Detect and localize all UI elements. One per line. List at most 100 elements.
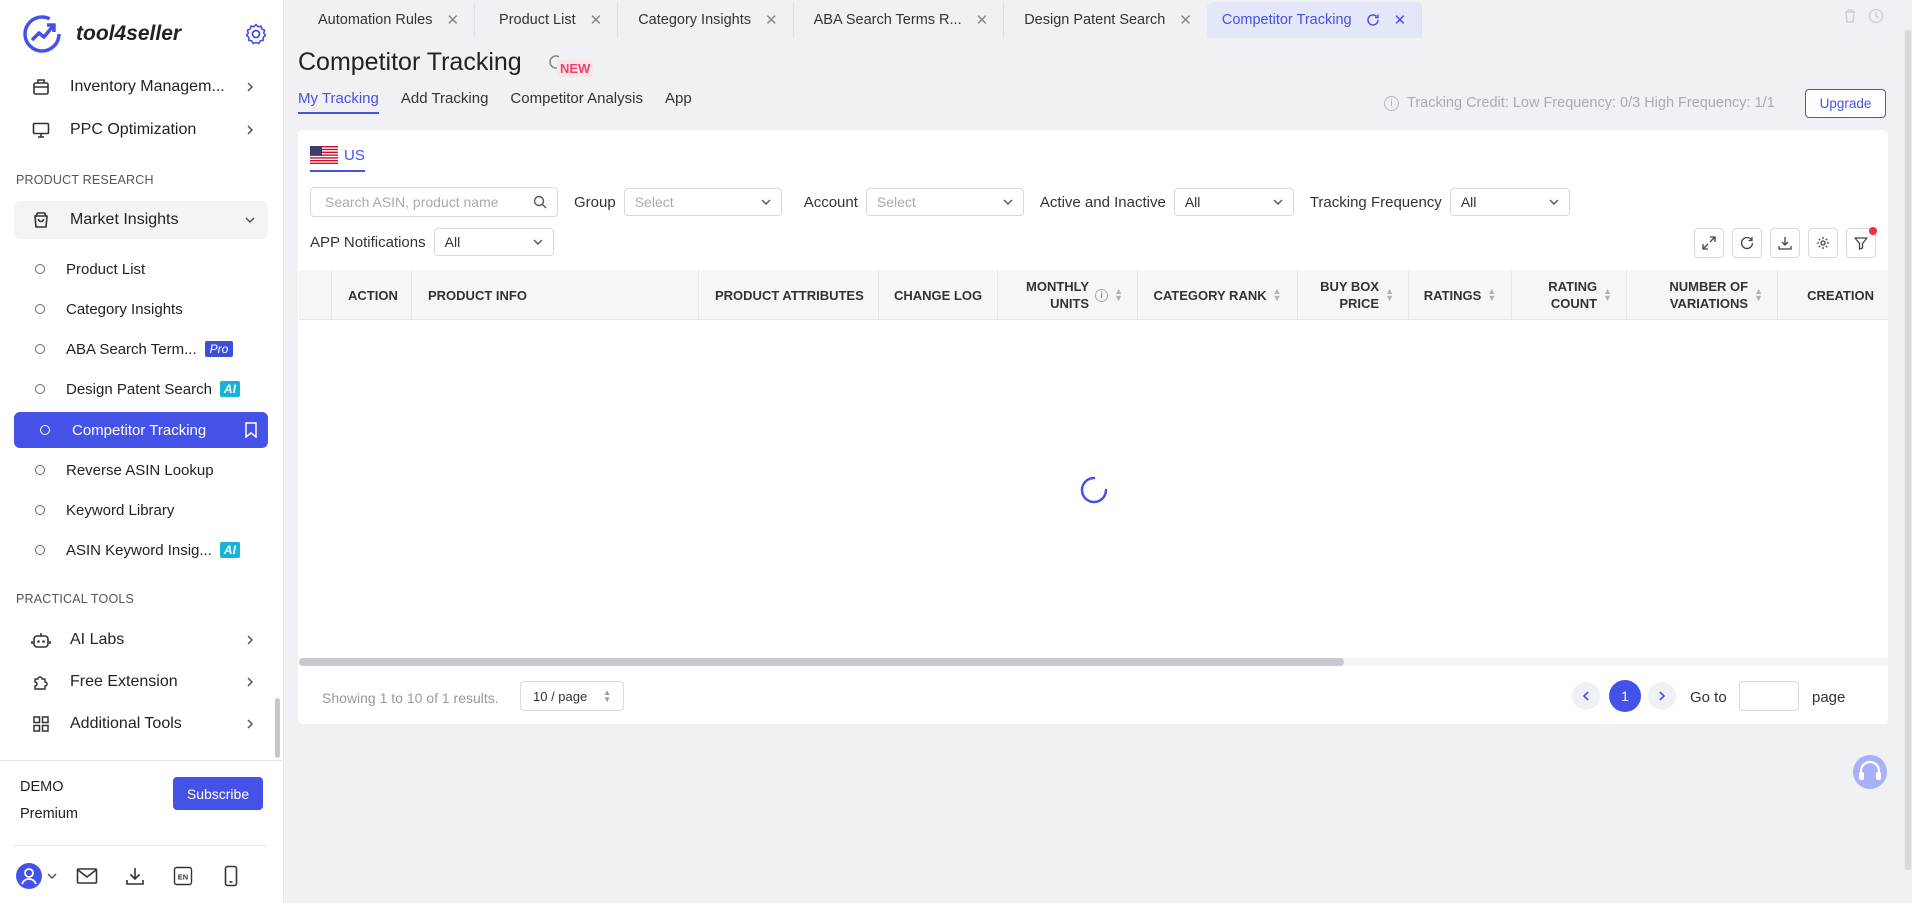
mail-icon[interactable] — [72, 861, 102, 891]
sidebar-item-reverse-asin-lookup[interactable]: Reverse ASIN Lookup — [14, 452, 268, 488]
subtab-competitor-analysis[interactable]: Competitor Analysis — [510, 90, 643, 114]
sidebar-item-design-patent-search[interactable]: Design Patent Search AI — [14, 371, 268, 407]
sort-icon[interactable]: ▲ ▼ — [1603, 287, 1612, 303]
col-rating-count[interactable]: RATING COUNT ▲ ▼ — [1512, 270, 1627, 320]
nav-market-insights[interactable]: Market Insights — [14, 201, 268, 239]
close-icon[interactable]: ✕ — [976, 11, 989, 29]
close-icon[interactable]: ✕ — [590, 11, 603, 29]
tab-design-patent-search[interactable]: Design Patent Search ✕ — [1004, 2, 1207, 38]
tab-competitor-tracking[interactable]: Competitor Tracking ✕ — [1206, 2, 1423, 38]
sidebar-item-label: Reverse ASIN Lookup — [66, 461, 214, 479]
upgrade-button[interactable]: Upgrade — [1805, 89, 1886, 118]
col-change-log: CHANGE LOG — [879, 270, 998, 320]
nav-label: PPC Optimization — [70, 121, 197, 138]
pro-badge: Pro — [204, 341, 234, 357]
scrollbar-thumb[interactable] — [1905, 30, 1911, 870]
page-scrollbar[interactable] — [1904, 30, 1912, 870]
app-notifications-label: APP Notifications — [310, 233, 426, 251]
trash-icon[interactable] — [1842, 8, 1858, 24]
search-input[interactable]: Search ASIN, product name — [310, 187, 558, 217]
brand[interactable]: tool4seller — [22, 14, 272, 54]
customer-support-icon[interactable] — [1852, 754, 1888, 790]
prev-page-button[interactable] — [1572, 682, 1600, 710]
nav-ppc-optimization[interactable]: PPC Optimization — [14, 111, 268, 149]
subtab-my-tracking[interactable]: My Tracking — [298, 90, 379, 114]
bookmark-icon[interactable] — [244, 422, 258, 438]
sidebar-item-label: ABA Search Term... — [66, 340, 197, 358]
subscribe-button[interactable]: Subscribe — [173, 777, 263, 810]
nav-inventory-management[interactable]: Inventory Managem... — [14, 68, 268, 106]
col-buy-box-price[interactable]: BUY BOX PRICE ▲ ▼ — [1298, 270, 1409, 320]
market-tab-us[interactable]: US — [310, 146, 365, 172]
refresh-icon[interactable] — [1366, 13, 1380, 27]
subtab-app[interactable]: App — [665, 90, 692, 114]
sidebar-item-aba-search-terms[interactable]: ABA Search Term... Pro — [14, 331, 268, 367]
download-icon[interactable] — [120, 861, 150, 891]
settings-icon[interactable] — [1808, 228, 1838, 258]
nav-additional-tools[interactable]: Additional Tools — [14, 705, 268, 743]
expand-icon[interactable] — [1694, 228, 1724, 258]
sidebar-scrollbar[interactable] — [275, 698, 280, 758]
circle-icon — [35, 264, 45, 274]
col-number-of-variations[interactable]: NUMBER OF VARIATIONS ▲ ▼ — [1627, 270, 1778, 320]
close-icon[interactable]: ✕ — [1394, 11, 1407, 29]
col-category-rank[interactable]: CATEGORY RANK ▲ ▼ — [1138, 270, 1298, 320]
close-icon[interactable]: ✕ — [446, 11, 459, 29]
group-value: Select — [634, 194, 674, 210]
col-action: ACTION — [332, 270, 412, 320]
nav-ai-labs[interactable]: AI Labs — [14, 621, 268, 659]
search-icon[interactable] — [533, 195, 547, 209]
filter-icon[interactable] — [1846, 227, 1877, 258]
col-label: COUNT — [1550, 296, 1598, 311]
chevron-down-icon — [1273, 199, 1283, 205]
app-notifications-select[interactable]: All — [433, 228, 554, 256]
chevron-down-icon[interactable] — [46, 861, 58, 891]
page-size-select[interactable]: 10 / page ▲ ▼ — [520, 681, 624, 711]
tab-category-insights[interactable]: Category Insights ✕ — [618, 2, 794, 38]
refresh-icon[interactable] — [1732, 228, 1762, 258]
ai-badge: AI — [219, 542, 240, 558]
horizontal-scrollbar[interactable] — [299, 658, 1888, 666]
close-icon[interactable]: ✕ — [1179, 11, 1192, 29]
sidebar-item-product-list[interactable]: Product List — [14, 251, 268, 287]
current-page-button[interactable]: 1 — [1609, 680, 1641, 712]
circle-icon — [35, 465, 45, 475]
col-monthly-units[interactable]: MONTHLY UNITS i ▲ ▼ — [998, 270, 1138, 320]
sidebar-item-category-insights[interactable]: Category Insights — [14, 291, 268, 327]
scrollbar-thumb[interactable] — [299, 658, 1344, 666]
clock-icon[interactable] — [1868, 8, 1884, 24]
sidebar-item-label: Design Patent Search — [66, 380, 212, 398]
nav-free-extension[interactable]: Free Extension — [14, 663, 268, 701]
download-icon[interactable] — [1770, 228, 1800, 258]
sort-icon[interactable]: ▲ ▼ — [1114, 287, 1123, 303]
tab-aba-search-terms[interactable]: ABA Search Terms R... ✕ — [794, 2, 1005, 38]
sort-icon[interactable]: ▲ ▼ — [1754, 287, 1763, 303]
sidebar-item-keyword-library[interactable]: Keyword Library — [14, 492, 268, 528]
sort-icon[interactable]: ▲ ▼ — [1385, 287, 1394, 303]
sidebar-item-asin-keyword-insights[interactable]: ASIN Keyword Insig... AI — [14, 532, 268, 568]
language-icon[interactable]: EN — [168, 861, 198, 891]
tab-automation-rules[interactable]: Automation Rules ✕ — [284, 2, 476, 38]
sort-icon[interactable]: ▲ ▼ — [1487, 287, 1496, 303]
user-avatar-icon[interactable] — [14, 861, 44, 891]
group-select[interactable]: Select — [623, 188, 782, 216]
sort-icon[interactable]: ▲ ▼ — [1273, 287, 1282, 303]
goto-page-input[interactable] — [1739, 681, 1799, 711]
close-icon[interactable]: ✕ — [765, 11, 778, 29]
tracking-credit: i Tracking Credit: Low Frequency: 0/3 Hi… — [1384, 95, 1775, 111]
results-summary: Showing 1 to 10 of 1 results. — [322, 690, 499, 706]
tab-product-list[interactable]: Product List ✕ — [475, 2, 619, 38]
tracking-frequency-select[interactable]: All — [1449, 188, 1570, 216]
col-label: MONTHLY — [1026, 279, 1090, 294]
circle-icon — [35, 304, 45, 314]
col-ratings[interactable]: RATINGS ▲ ▼ — [1409, 270, 1512, 320]
account-select[interactable]: Select — [865, 188, 1024, 216]
gear-icon[interactable] — [244, 22, 268, 46]
active-inactive-select[interactable]: All — [1173, 188, 1294, 216]
subtab-add-tracking[interactable]: Add Tracking — [401, 90, 489, 114]
tracking-credit-text: Tracking Credit: Low Frequency: 0/3 High… — [1407, 95, 1775, 111]
mobile-icon[interactable] — [216, 861, 246, 891]
next-page-button[interactable] — [1648, 682, 1676, 710]
sidebar-item-competitor-tracking[interactable]: Competitor Tracking — [14, 412, 268, 448]
select-column[interactable] — [299, 270, 332, 320]
